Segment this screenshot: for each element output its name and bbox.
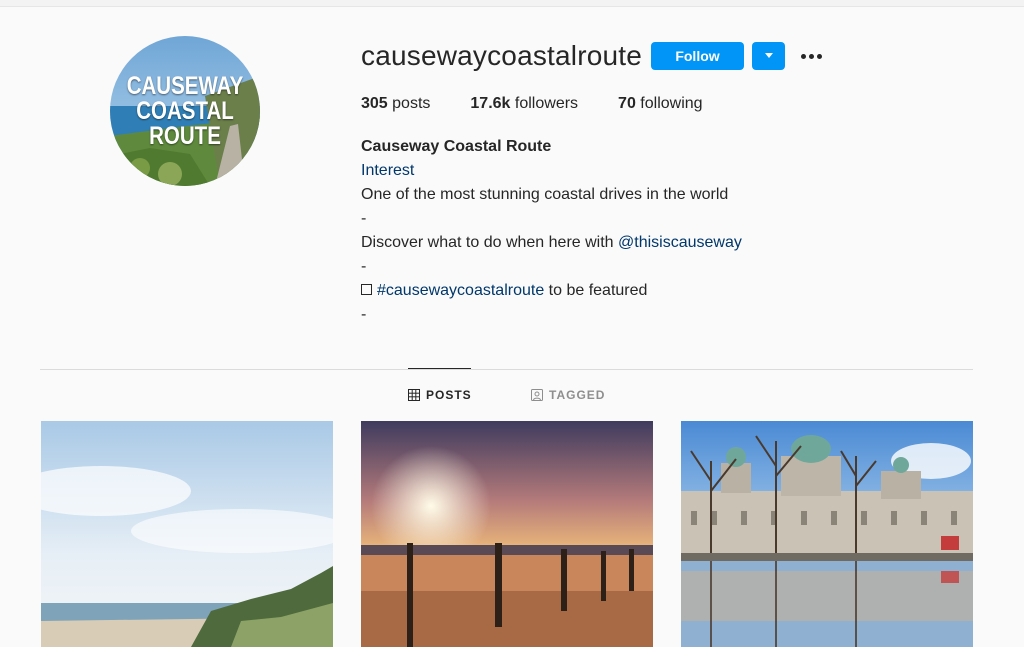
bio-line: One of the most stunning coastal drives …	[361, 186, 729, 203]
grid-icon	[408, 389, 420, 401]
posts-count: 305 posts	[361, 95, 430, 113]
hashtag-link[interactable]: #causewaycoastalroute	[377, 282, 544, 299]
tabs-divider	[40, 369, 973, 370]
following-link[interactable]: 70 following	[618, 95, 703, 113]
city-hall-photo	[681, 421, 973, 647]
bio-text: Discover what to do when here with	[361, 234, 619, 251]
bio-line: Discover what to do when here with @this…	[361, 231, 921, 255]
avatar-text-line: CAUSEWAY	[126, 72, 244, 100]
sunset-photo	[361, 421, 653, 647]
bio-dash: -	[361, 210, 367, 227]
suggested-accounts-button[interactable]	[752, 42, 785, 70]
posts-count-value: 305	[361, 95, 388, 112]
follow-button[interactable]: Follow	[651, 42, 744, 70]
profile-avatar[interactable]: CAUSEWAY COASTAL ROUTE	[110, 36, 260, 186]
active-tab-indicator	[408, 368, 471, 369]
tab-posts[interactable]: POSTS	[408, 388, 472, 402]
profile-username: causewaycoastalroute	[361, 40, 643, 71]
bio-text: to be featured	[544, 282, 648, 299]
caret-down-icon	[764, 53, 773, 58]
profile-bio: Causeway Coastal Route Interest One of t…	[361, 135, 921, 327]
following-count-value: 70	[618, 95, 636, 112]
avatar-logo-text: CAUSEWAY COASTAL ROUTE	[124, 74, 247, 149]
post-thumbnail[interactable]	[361, 421, 653, 647]
profile-stats: 305 posts 17.6k followers 70 following	[361, 95, 743, 113]
profile-category: Interest	[361, 162, 415, 179]
more-horizontal-icon	[816, 53, 822, 59]
beach-photo	[41, 421, 333, 647]
tab-posts-label: POSTS	[426, 388, 472, 402]
bio-dash: -	[361, 258, 367, 275]
profile-full-name: Causeway Coastal Route	[361, 138, 552, 155]
more-horizontal-icon	[800, 53, 806, 59]
followers-count-label: followers	[514, 95, 579, 112]
post-thumbnail[interactable]	[681, 421, 973, 647]
bio-dash: -	[361, 306, 367, 323]
tab-tagged[interactable]: TAGGED	[531, 388, 605, 402]
following-count-label: following	[640, 95, 703, 112]
mention-link[interactable]: @thisiscauseway	[618, 234, 742, 251]
more-horizontal-icon	[808, 53, 814, 59]
post-thumbnail[interactable]	[41, 421, 333, 647]
browser-top-edge	[0, 0, 1024, 7]
tab-tagged-label: TAGGED	[549, 388, 606, 402]
tagged-user-icon	[531, 389, 543, 401]
followers-count-value: 17.6k	[470, 95, 511, 112]
avatar-text-line: COASTAL	[136, 97, 234, 125]
more-options-button[interactable]	[797, 44, 825, 68]
avatar-text-line: ROUTE	[149, 122, 221, 150]
square-icon	[361, 284, 372, 295]
posts-count-label: posts	[392, 95, 431, 112]
bio-line: #causewaycoastalroute to be featured	[361, 279, 921, 303]
followers-link[interactable]: 17.6k followers	[470, 95, 578, 113]
